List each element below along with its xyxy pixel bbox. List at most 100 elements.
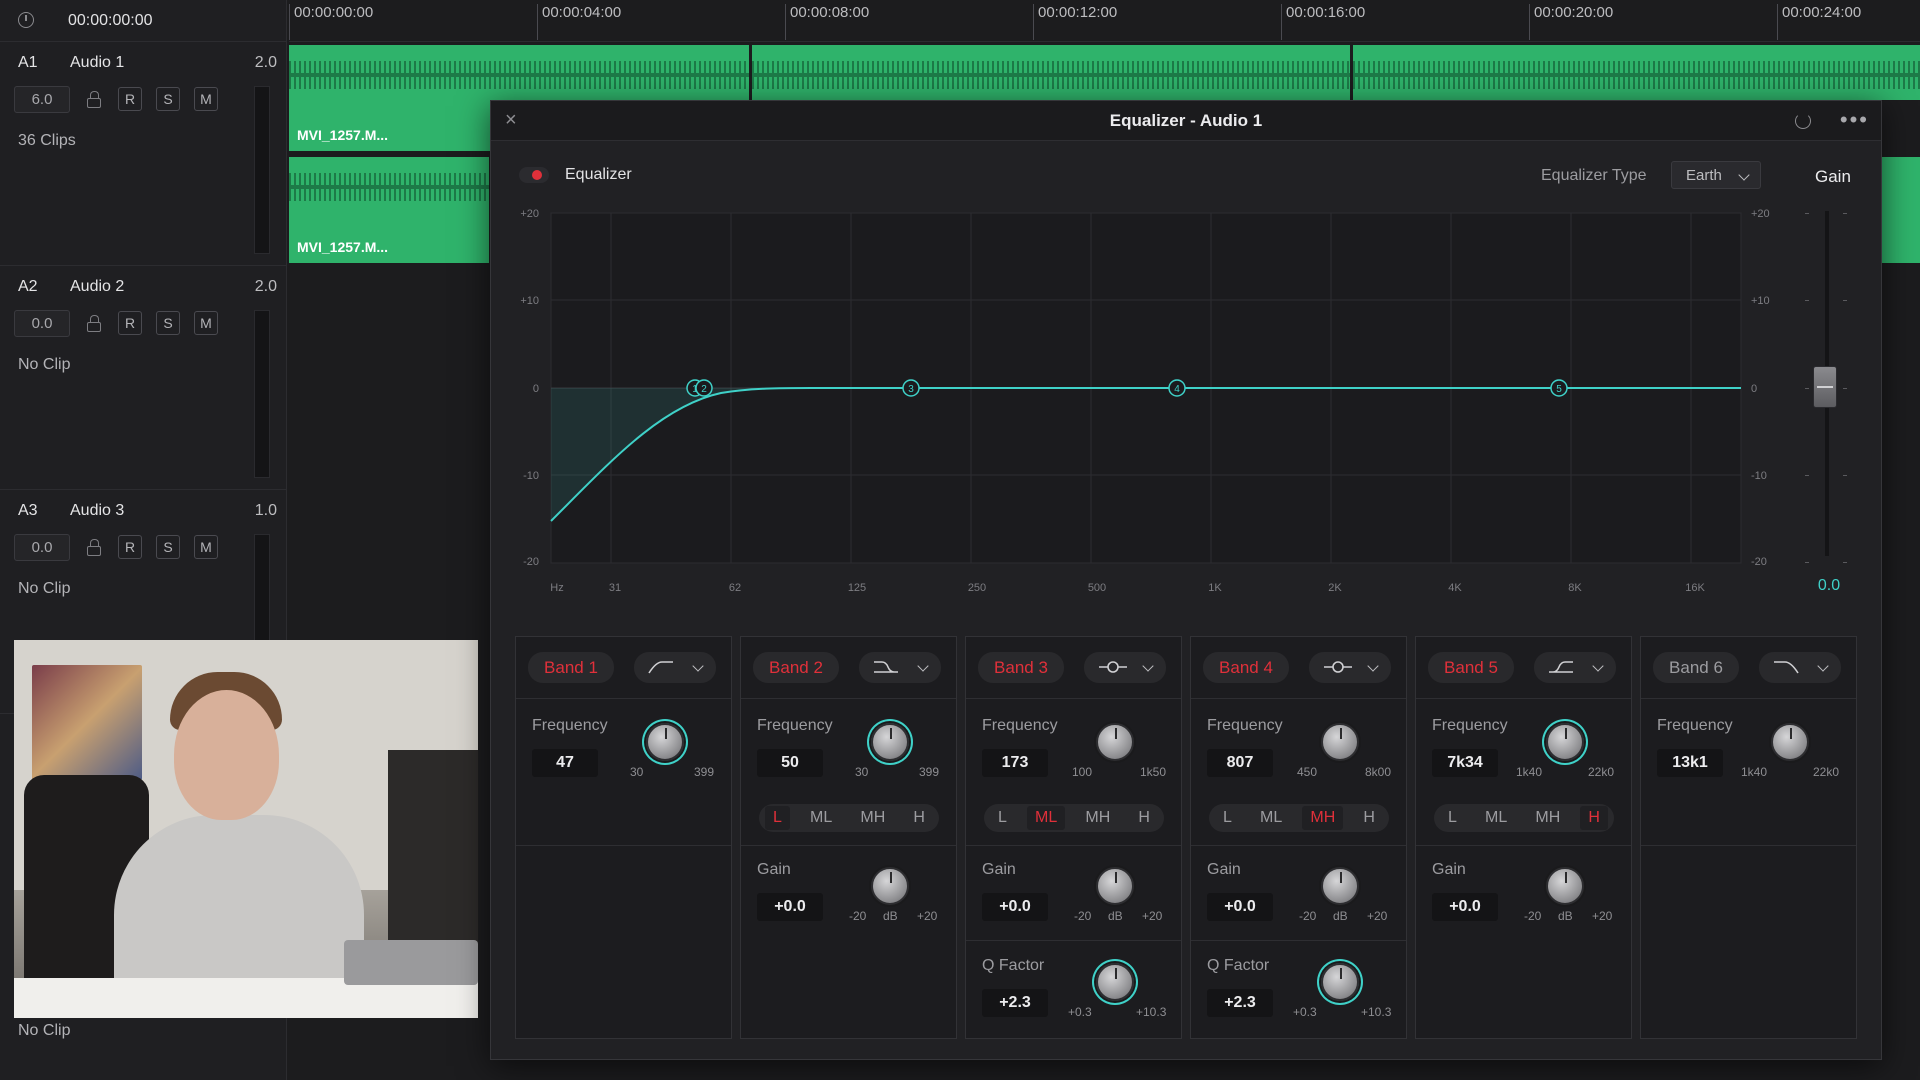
range-l-option[interactable]: L bbox=[990, 806, 1015, 830]
gain-value[interactable]: +0.0 bbox=[1207, 893, 1273, 921]
band-2-range-selector[interactable]: L ML MH H bbox=[759, 804, 939, 832]
y-tick-label-right: -10 bbox=[1751, 470, 1767, 482]
timeline-ruler[interactable]: 00:00:00:00 00:00:04:00 00:00:08:00 00:0… bbox=[289, 0, 1920, 42]
q-factor-value[interactable]: +2.3 bbox=[1207, 989, 1273, 1017]
frequency-knob[interactable] bbox=[1771, 723, 1809, 761]
frequency-value[interactable]: 807 bbox=[1207, 749, 1273, 777]
frequency-knob[interactable] bbox=[646, 723, 684, 761]
equalizer-label: Equalizer bbox=[565, 166, 632, 183]
frequency-value[interactable]: 13k1 bbox=[1657, 749, 1723, 777]
equalizer-enable-toggle[interactable] bbox=[519, 167, 549, 183]
q-factor-knob[interactable] bbox=[1321, 963, 1359, 1001]
range-l-option[interactable]: L bbox=[765, 806, 790, 830]
reset-icon[interactable] bbox=[1795, 113, 1811, 129]
frequency-value[interactable]: 7k34 bbox=[1432, 749, 1498, 777]
eq-curve-graph[interactable]: 1 2 3 4 5 +20 +10 0 -10 -20 +20 +10 0 -1… bbox=[511, 201, 1801, 621]
range-mh-option[interactable]: MH bbox=[852, 806, 893, 830]
frequency-knob[interactable] bbox=[1321, 723, 1359, 761]
audio-clip[interactable] bbox=[752, 45, 1350, 100]
range-l-option[interactable]: L bbox=[1440, 806, 1465, 830]
band-4-toggle[interactable]: Band 4 bbox=[1203, 652, 1289, 683]
mute-button[interactable]: M bbox=[194, 87, 218, 111]
track-name[interactable]: Audio 3 bbox=[70, 502, 124, 520]
gain-fader-handle[interactable] bbox=[1813, 366, 1837, 408]
frequency-value[interactable]: 173 bbox=[982, 749, 1048, 777]
band-4-shape-dropdown[interactable] bbox=[1309, 652, 1391, 683]
band-3-shape-dropdown[interactable] bbox=[1084, 652, 1166, 683]
gain-knob[interactable] bbox=[1546, 867, 1584, 905]
lock-icon[interactable] bbox=[87, 91, 101, 108]
track-clip-count: No Clip bbox=[18, 1022, 71, 1039]
record-arm-button[interactable]: R bbox=[118, 311, 142, 335]
band-6-toggle[interactable]: Band 6 bbox=[1653, 652, 1739, 683]
audio-clip[interactable] bbox=[1353, 45, 1920, 100]
range-ml-option[interactable]: ML bbox=[1477, 806, 1515, 830]
band-3-range-selector[interactable]: L ML MH H bbox=[984, 804, 1164, 832]
track-a2[interactable]: A2 Audio 2 2.0 0.0 R S M No Clip bbox=[0, 266, 287, 490]
ruler-tick: 00:00:08:00 bbox=[785, 4, 869, 40]
track-a1[interactable]: A1 Audio 1 2.0 6.0 R S M 36 Clips bbox=[0, 42, 287, 266]
range-h-option[interactable]: H bbox=[1580, 806, 1608, 830]
mute-button[interactable]: M bbox=[194, 311, 218, 335]
range-mh-option[interactable]: MH bbox=[1527, 806, 1568, 830]
track-volume[interactable]: 0.0 bbox=[14, 534, 70, 561]
band-4-range-selector[interactable]: L ML MH H bbox=[1209, 804, 1389, 832]
gain-value[interactable]: 0.0 bbox=[1811, 577, 1847, 595]
frequency-value[interactable]: 50 bbox=[757, 749, 823, 777]
band-5-shape-dropdown[interactable] bbox=[1534, 652, 1616, 683]
band-5-range-selector[interactable]: L ML MH H bbox=[1434, 804, 1614, 832]
frequency-knob[interactable] bbox=[1096, 723, 1134, 761]
audio-clip[interactable]: MVI_1257.M... bbox=[289, 157, 489, 263]
gain-value[interactable]: +0.0 bbox=[982, 893, 1048, 921]
more-options-icon[interactable]: ••• bbox=[1840, 107, 1869, 133]
frequency-knob[interactable] bbox=[871, 723, 909, 761]
track-volume[interactable]: 6.0 bbox=[14, 86, 70, 113]
lock-icon[interactable] bbox=[87, 539, 101, 556]
window-titlebar[interactable]: × Equalizer - Audio 1 ••• bbox=[491, 101, 1881, 141]
range-mh-option[interactable]: MH bbox=[1077, 806, 1118, 830]
range-h-option[interactable]: H bbox=[905, 806, 933, 830]
record-arm-button[interactable]: R bbox=[118, 535, 142, 559]
equalizer-window[interactable]: × Equalizer - Audio 1 ••• Equalizer Equa… bbox=[490, 100, 1882, 1060]
band-1-toggle[interactable]: Band 1 bbox=[528, 652, 614, 683]
track-name[interactable]: Audio 2 bbox=[70, 278, 124, 296]
range-h-option[interactable]: H bbox=[1355, 806, 1383, 830]
band-1-shape-dropdown[interactable] bbox=[634, 652, 716, 683]
q-factor-knob[interactable] bbox=[1096, 963, 1134, 1001]
range-ml-option[interactable]: ML bbox=[1252, 806, 1290, 830]
knob-max-label: +20 bbox=[1592, 909, 1613, 923]
band-2-toggle[interactable]: Band 2 bbox=[753, 652, 839, 683]
range-ml-option[interactable]: ML bbox=[802, 806, 840, 830]
band-2-shape-dropdown[interactable] bbox=[859, 652, 941, 683]
gain-knob[interactable] bbox=[871, 867, 909, 905]
band-3-toggle[interactable]: Band 3 bbox=[978, 652, 1064, 683]
gain-knob[interactable] bbox=[1096, 867, 1134, 905]
audio-clip[interactable] bbox=[1882, 157, 1920, 263]
frequency-value[interactable]: 47 bbox=[532, 749, 598, 777]
eq-node-label: 3 bbox=[908, 384, 914, 395]
range-l-option[interactable]: L bbox=[1215, 806, 1240, 830]
track-name[interactable]: Audio 1 bbox=[70, 54, 124, 72]
timecode-display[interactable]: 00:00:00:00 bbox=[68, 12, 153, 30]
mute-button[interactable]: M bbox=[194, 535, 218, 559]
bell-icon bbox=[1324, 661, 1352, 673]
gain-value[interactable]: +0.0 bbox=[757, 893, 823, 921]
knob-min-label: +0.3 bbox=[1068, 1005, 1092, 1019]
equalizer-type-dropdown[interactable]: Earth bbox=[1671, 161, 1761, 189]
gain-knob[interactable] bbox=[1321, 867, 1359, 905]
lock-icon[interactable] bbox=[87, 315, 101, 332]
q-factor-value[interactable]: +2.3 bbox=[982, 989, 1048, 1017]
solo-button[interactable]: S bbox=[156, 535, 180, 559]
track-volume[interactable]: 0.0 bbox=[14, 310, 70, 337]
band-6-shape-dropdown[interactable] bbox=[1759, 652, 1841, 683]
frequency-knob[interactable] bbox=[1546, 723, 1584, 761]
gain-value[interactable]: +0.0 bbox=[1432, 893, 1498, 921]
range-h-option[interactable]: H bbox=[1130, 806, 1158, 830]
range-mh-option[interactable]: MH bbox=[1302, 806, 1344, 830]
range-ml-option[interactable]: ML bbox=[1027, 806, 1066, 830]
solo-button[interactable]: S bbox=[156, 87, 180, 111]
eq-node-label: 5 bbox=[1556, 384, 1562, 395]
band-5-toggle[interactable]: Band 5 bbox=[1428, 652, 1514, 683]
solo-button[interactable]: S bbox=[156, 311, 180, 335]
record-arm-button[interactable]: R bbox=[118, 87, 142, 111]
